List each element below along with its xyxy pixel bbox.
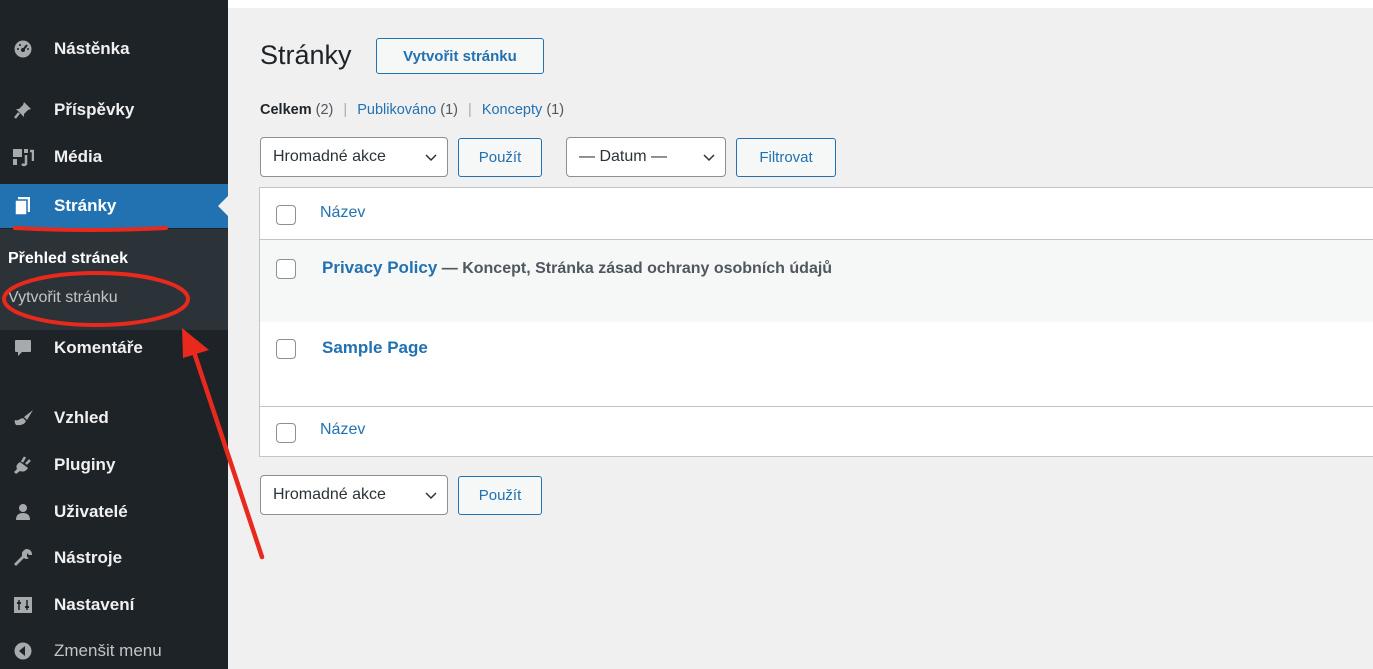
filter-published-link[interactable]: Publikováno [357,102,436,118]
chevron-down-icon [425,154,437,162]
table-header-row: Název [260,188,1373,240]
select-value: Hromadné akce [273,148,386,165]
wrench-icon [12,547,34,569]
sidebar-collapse-menu[interactable]: Zmenšit menu [0,629,228,669]
select-value: Hromadné akce [273,486,386,503]
comment-icon [12,337,34,359]
apply-button-bottom[interactable]: Použít [458,476,542,515]
dashboard-icon [12,38,34,60]
post-state: — Koncept, Stránka zásad ochrany osobníc… [437,260,833,277]
column-title-sort-link[interactable]: Název [320,204,365,222]
plugin-icon [12,454,34,476]
settings-icon [12,594,34,616]
filter-published-count: (1) [440,102,458,118]
bulk-actions-select-top[interactable]: Hromadné akce [260,137,448,177]
sidebar-item-label: Nástěnka [54,39,130,58]
sidebar-item-appearance[interactable]: Vzhled [0,396,228,440]
bulk-actions-select-bottom[interactable]: Hromadné akce [260,475,448,515]
select-all-checkbox-bottom[interactable] [276,423,296,443]
sidebar-item-comments[interactable]: Komentáře [0,326,228,370]
brush-icon [12,407,34,429]
row-title: Sample Page [322,338,428,358]
submenu-item-create-page[interactable]: Vytvořit stránku [8,289,118,307]
sidebar-item-label: Příspěvky [54,100,135,119]
row-checkbox[interactable] [276,259,296,279]
sidebar-item-posts[interactable]: Příspěvky [0,88,228,132]
filter-all-count: (2) [315,102,334,118]
column-title-sort-link-bottom[interactable]: Název [320,421,365,439]
sidebar-item-label: Média [54,147,103,166]
sidebar-item-label: Komentáře [54,338,143,357]
media-icon [12,146,34,168]
status-filter-links: Celkem (2) | Publikováno (1) | Koncepty … [260,102,564,118]
table-row: Sample Page [260,322,1373,407]
sidebar-item-label: Pluginy [54,455,116,474]
pin-icon [12,99,34,121]
page-title: Stránky [260,40,352,70]
page-title-link[interactable]: Sample Page [322,338,428,357]
sidebar-item-label: Uživatelé [54,502,128,521]
sidebar-item-users[interactable]: Uživatelé [0,490,228,534]
top-strip [228,0,1373,8]
user-icon [12,501,34,523]
table-row: Privacy Policy — Koncept, Stránka zásad … [260,240,1373,322]
pages-icon [12,195,34,217]
filter-button[interactable]: Filtrovat [736,138,836,177]
add-new-page-button[interactable]: Vytvořit stránku [376,38,544,74]
filter-separator: | [468,102,472,118]
sidebar-item-pages[interactable]: Stránky [0,184,228,228]
apply-button-top[interactable]: Použít [458,138,542,177]
sidebar-item-settings[interactable]: Nastavení [0,583,228,627]
filter-separator: | [343,102,348,118]
filter-drafts-count: (1) [546,102,565,118]
date-filter-select[interactable]: — Datum — [566,137,726,177]
submenu-item-all-pages[interactable]: Přehled stránek [8,250,128,268]
sidebar-item-dashboard[interactable]: Nástěnka [0,27,228,71]
pages-submenu: Přehled stránek Vytvořit stránku [0,229,228,330]
active-menu-arrow [218,196,228,216]
chevron-down-icon [703,154,715,162]
row-checkbox[interactable] [276,339,296,359]
sidebar-item-media[interactable]: Média [0,135,228,179]
sidebar-item-plugins[interactable]: Pluginy [0,443,228,487]
chevron-down-icon [425,492,437,500]
main-content: Stránky Vytvořit stránku Celkem (2) | Pu… [228,0,1373,669]
row-title: Privacy Policy — Koncept, Stránka zásad … [322,258,832,278]
sidebar-item-label: Nastavení [54,595,135,614]
select-value: — Datum — [579,148,668,165]
filter-drafts-link[interactable]: Koncepty [482,102,542,118]
sidebar-item-label: Stránky [54,196,117,215]
table-footer-row: Název [260,407,1373,457]
sidebar-item-label: Vzhled [54,408,109,427]
select-all-checkbox[interactable] [276,205,296,225]
collapse-icon [12,640,34,662]
sidebar-item-label: Zmenšit menu [54,641,162,660]
sidebar-item-tools[interactable]: Nástroje [0,536,228,580]
pages-table: Název Privacy Policy — Koncept, Stránka … [259,187,1373,457]
filter-all-link[interactable]: Celkem [260,102,312,118]
sidebar-item-label: Nástroje [54,548,123,567]
page-title-link[interactable]: Privacy Policy [322,258,437,277]
admin-sidebar: Nástěnka Příspěvky Média Stránky Přehled… [0,0,228,669]
